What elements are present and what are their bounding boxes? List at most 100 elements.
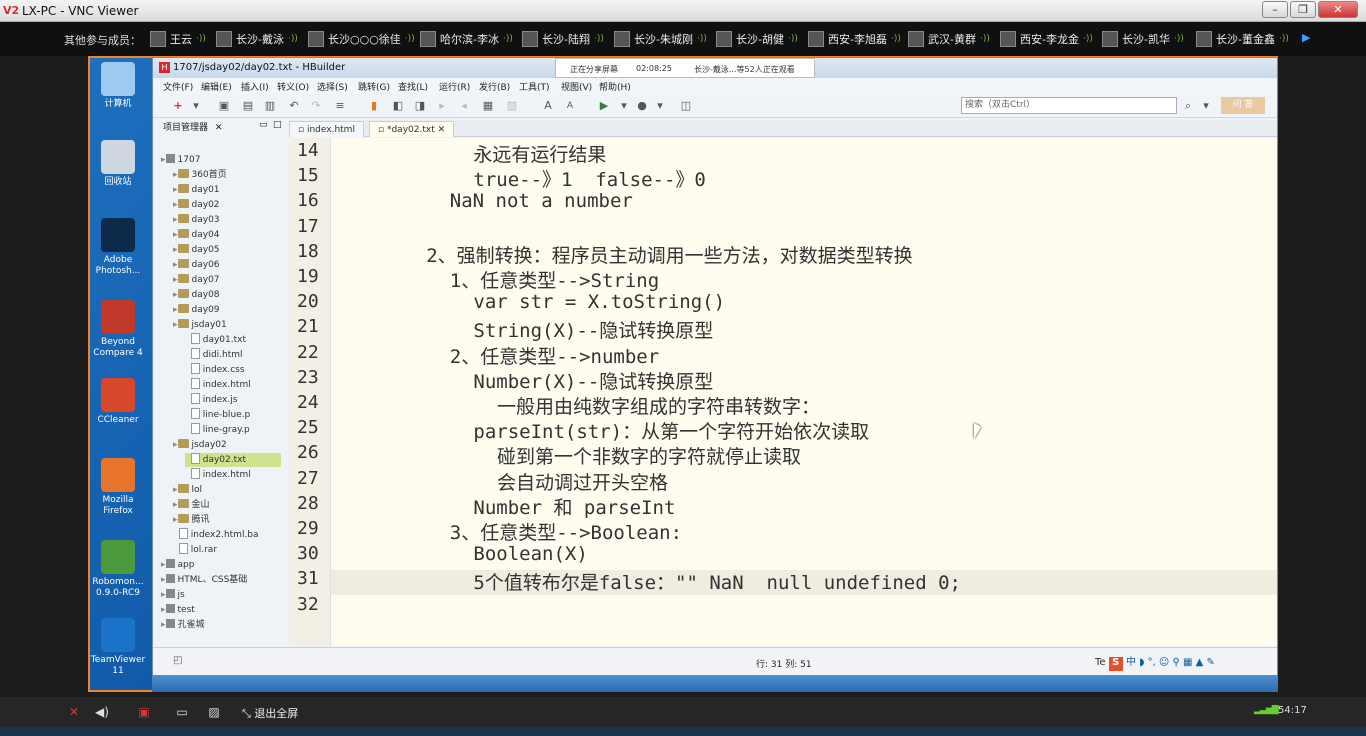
member-item[interactable]: 王云 ·))	[150, 30, 206, 48]
menu-item[interactable]: 视图(V)	[561, 80, 592, 93]
chevron-right-icon[interactable]: ▸	[173, 290, 178, 300]
tree-item[interactable]: day01.txt	[185, 333, 281, 347]
tree-item[interactable]: day02.txt	[185, 453, 281, 467]
tree-item[interactable]: ▸ 腾讯	[173, 513, 281, 527]
member-item[interactable]: 长沙-戴泳 ·))	[216, 30, 298, 48]
minimize-button[interactable]: –	[1262, 1, 1288, 18]
chevron-right-icon[interactable]: ▸	[173, 230, 178, 240]
menu-item[interactable]: 转义(O)	[277, 80, 309, 93]
exit-fullscreen-button[interactable]: ⤡ 退出全屏	[242, 705, 298, 721]
member-item[interactable]: 长沙-凯华 ·))	[1102, 30, 1184, 48]
chevron-down-icon[interactable]: ▾	[653, 99, 667, 113]
chevron-right-icon[interactable]: ▸	[173, 500, 178, 510]
tree-item[interactable]: ▸ 孔雀城	[161, 618, 281, 632]
tree-item[interactable]: ▸ day08	[173, 288, 281, 302]
editor-tab[interactable]: ▫ *day02.txt ✕	[369, 121, 455, 137]
font-larger-icon[interactable]: A	[541, 99, 555, 113]
chevron-right-icon[interactable]: ▸	[173, 260, 178, 270]
tree-item[interactable]: ▸ 金山	[173, 498, 281, 512]
member-item[interactable]: 长沙-朱城刚 ·))	[614, 30, 707, 48]
bookmark-icon[interactable]: ▮	[367, 99, 381, 113]
tree-item[interactable]: index.html	[185, 378, 281, 392]
chevron-right-icon[interactable]: ▸	[173, 440, 178, 450]
close-icon[interactable]: ✕	[215, 123, 223, 133]
speaker-icon[interactable]: ◀)	[94, 705, 110, 719]
tree-item[interactable]: ▸ 360首页	[173, 168, 281, 182]
tree-item[interactable]: ▸ lol	[173, 483, 281, 497]
menu-item[interactable]: 运行(R)	[439, 80, 470, 93]
editor-tab[interactable]: ▫ index.html	[289, 121, 364, 137]
maximize-icon[interactable]: □	[273, 120, 282, 130]
close-icon[interactable]: ✕	[435, 125, 446, 135]
member-item[interactable]: 长沙-胡健 ·))	[716, 30, 798, 48]
tree-item[interactable]: ▸ js	[161, 588, 281, 602]
member-item[interactable]: 长沙-陆翔 ·))	[522, 30, 604, 48]
chevron-right-icon[interactable]: ▸	[173, 485, 178, 495]
tree-item[interactable]: line-gray.p	[185, 423, 281, 437]
print-icon[interactable]: ▥	[263, 99, 277, 113]
member-item[interactable]: 哈尔滨-李冰 ·))	[420, 30, 513, 48]
redo-icon[interactable]: ↷	[309, 99, 323, 113]
share-screen-icon[interactable]: ▭	[174, 705, 190, 719]
tree-item[interactable]: ▸ day07	[173, 273, 281, 287]
chevron-down-icon[interactable]: ▾	[617, 99, 631, 113]
chevron-right-icon[interactable]: ▸	[173, 200, 178, 210]
undo-icon[interactable]: ↶	[287, 99, 301, 113]
tree-item[interactable]: index.css	[185, 363, 281, 377]
chevron-right-icon[interactable]: ▸	[173, 320, 178, 330]
bookmark-clear-icon[interactable]: ▸	[435, 99, 449, 113]
fold-icon[interactable]: ◂	[457, 99, 471, 113]
desktop-icon[interactable]: CCleaner	[90, 378, 146, 426]
font-smaller-icon[interactable]: A	[563, 99, 577, 113]
format-icon[interactable]: ≡	[333, 99, 347, 113]
maximize-button[interactable]: ❐	[1290, 1, 1316, 18]
menu-item[interactable]: 插入(I)	[241, 80, 269, 93]
menu-item[interactable]: 编辑(E)	[201, 80, 232, 93]
preview-icon[interactable]: ◫	[679, 99, 693, 113]
tree-item[interactable]: ▸ day01	[173, 183, 281, 197]
mic-muted-icon[interactable]: ✕	[66, 705, 82, 719]
tree-item[interactable]: ▸ 1707	[161, 153, 281, 167]
comment-icon[interactable]: ▦	[481, 99, 495, 113]
tree-item[interactable]: ▸ app	[161, 558, 281, 572]
tree-item[interactable]: lol.rar	[173, 543, 281, 557]
qa-button[interactable]: 问 答	[1221, 97, 1265, 114]
menu-item[interactable]: 查找(L)	[398, 80, 428, 93]
minimize-icon[interactable]: ▭	[259, 120, 268, 130]
chevron-right-icon[interactable]: ▶	[1302, 31, 1310, 44]
bookmark-next-icon[interactable]: ◨	[413, 99, 427, 113]
chevron-right-icon[interactable]: ▸	[173, 215, 178, 225]
menu-item[interactable]: 文件(F)	[163, 80, 193, 93]
chevron-right-icon[interactable]: ▸	[173, 245, 178, 255]
desktop-icon[interactable]: Adobe Photosh...	[90, 218, 146, 277]
code-editor[interactable]: 14 15 16 17 18 19 20 21 22 23 24 25 26 27 28 29 30 31 32 永…	[289, 138, 1277, 646]
member-item[interactable]: 长沙-董金鑫 ·))	[1196, 30, 1289, 48]
tree-item[interactable]: index2.html.ba	[173, 528, 281, 542]
menu-item[interactable]: 发行(B)	[479, 80, 510, 93]
tree-item[interactable]: ▸ day02	[173, 198, 281, 212]
tree-item[interactable]: line-blue.p	[185, 408, 281, 422]
chevron-right-icon[interactable]: ▸	[173, 170, 178, 180]
save-icon[interactable]: ▣	[217, 99, 231, 113]
chevron-right-icon[interactable]: ▸	[173, 185, 178, 195]
chevron-right-icon[interactable]: ▸	[173, 305, 178, 315]
tree-item[interactable]: index.js	[185, 393, 281, 407]
tree-item[interactable]: ▸ jsday02	[173, 438, 281, 452]
outline-icon[interactable]: ▧	[505, 99, 519, 113]
ime-toolbar[interactable]: Te S 中 ◗ °, ☺ ⚲ ▦ ▲ ✎	[1095, 653, 1273, 671]
tree-item[interactable]: ▸ jsday01	[173, 318, 281, 332]
desktop-icon[interactable]: Robomon... 0.9.0-RC9	[90, 540, 146, 599]
desktop-icon[interactable]: 计算机	[90, 62, 146, 110]
desktop-icon[interactable]: Mozilla Firefox	[90, 458, 146, 517]
member-item[interactable]: 西安-李龙金 ·))	[1000, 30, 1093, 48]
bookmark-prev-icon[interactable]: ◧	[391, 99, 405, 113]
chevron-right-icon[interactable]: ▸	[173, 515, 178, 525]
tree-item[interactable]: ▸ day06	[173, 258, 281, 272]
menu-item[interactable]: 选择(S)	[317, 80, 348, 93]
tree-item[interactable]: ▸ day05	[173, 243, 281, 257]
member-item[interactable]: 武汉-黄群 ·))	[908, 30, 990, 48]
menu-item[interactable]: 帮助(H)	[599, 80, 631, 93]
chevron-down-icon[interactable]: ▾	[1199, 99, 1213, 113]
member-item[interactable]: 长沙○○○徐佳 ·))	[308, 30, 415, 48]
close-button[interactable]: ✕	[1318, 1, 1358, 18]
